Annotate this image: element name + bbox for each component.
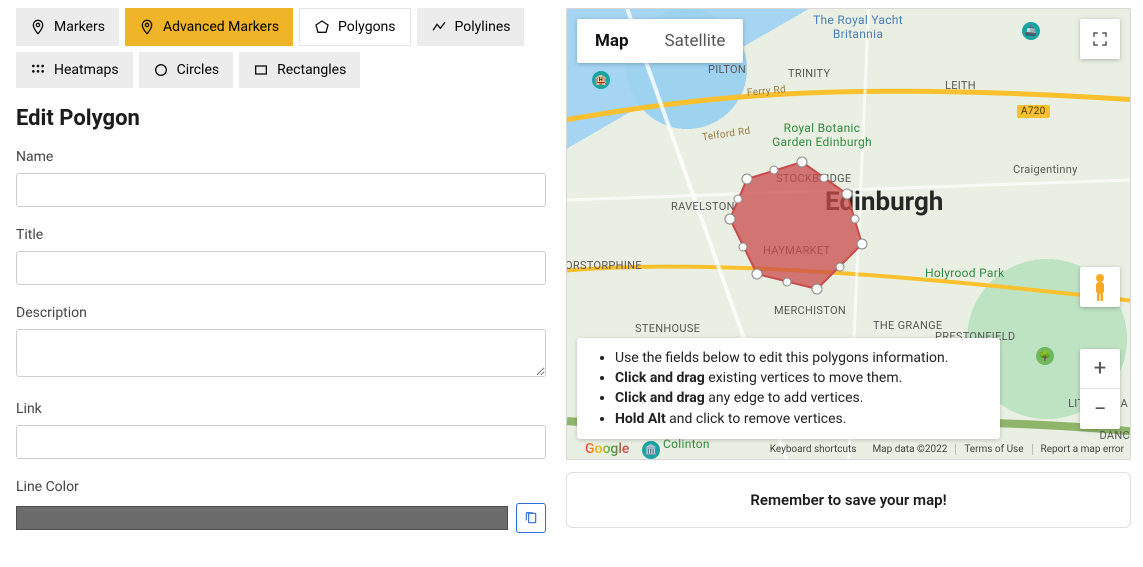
marker-pin-icon [30,19,46,35]
report-error-link[interactable]: Report a map error [1041,444,1124,455]
place-label: Royal Botanic Garden Edinburgh [772,121,872,149]
map-data-label: Map data ©2022 [872,444,956,455]
polyline-icon [431,19,447,35]
place-label: MERCHISTON [774,304,846,317]
fullscreen-button[interactable] [1080,19,1120,59]
name-label: Name [16,149,546,165]
road-badge: A720 [1017,105,1050,118]
marker-pin-icon [139,19,155,35]
circle-icon [153,62,169,78]
description-input[interactable] [16,329,546,377]
zoom-control: + − [1080,349,1120,429]
keyboard-shortcuts-link[interactable]: Keyboard shortcuts [770,444,865,455]
form-heading: Edit Polygon [16,106,546,131]
tab-label: Rectangles [277,62,346,78]
place-label: STENHOUSE [635,322,700,335]
tab-label: Polygons [338,19,395,35]
place-label: Holyrood Park [925,266,1025,280]
clipboard-button[interactable] [516,503,546,533]
title-label: Title [16,227,546,243]
poi-pin[interactable]: 🚢 [1022,22,1040,40]
tab-polylines[interactable]: Polylines [417,8,525,46]
tab-label: Heatmaps [54,62,119,78]
link-input[interactable] [16,425,546,459]
google-logo: Google [573,441,637,457]
shape-tabs: Markers Advanced Markers Polygons Polyli… [16,8,546,88]
map-type-control: Map Satellite [577,19,743,63]
tab-label: Polylines [455,19,511,35]
tab-heatmaps[interactable]: Heatmaps [16,52,133,88]
line-color-swatch[interactable] [16,506,508,530]
pegman-icon [1088,272,1112,302]
instruction-item: Click and drag existing vertices to move… [615,368,982,388]
map-type-map[interactable]: Map [577,19,647,63]
instruction-item: Use the fields below to edit this polygo… [615,348,982,368]
map-canvas[interactable]: 🏨 🚢 🌳 🏛️ Edinburgh STOCKBRIDGE RAVELSTON… [566,8,1131,460]
map-attribution: Google Keyboard shortcuts Map data ©2022… [573,441,1124,457]
place-label: THE GRANGE [873,319,942,332]
link-label: Link [16,401,546,417]
instructions-panel: Use the fields below to edit this polygo… [577,338,1000,439]
tab-circles[interactable]: Circles [139,52,234,88]
map-type-satellite[interactable]: Satellite [647,19,744,63]
zoom-out-button[interactable]: − [1080,389,1120,429]
place-label: Craigentinny [1013,163,1078,176]
tab-markers[interactable]: Markers [16,8,119,46]
tab-label: Markers [54,19,105,35]
heatmap-icon [30,62,46,78]
description-label: Description [16,305,546,321]
title-input[interactable] [16,251,546,285]
tab-advanced-markers[interactable]: Advanced Markers [125,8,293,46]
instruction-item: Hold Alt and click to remove vertices. [615,409,982,429]
tab-label: Advanced Markers [163,19,279,35]
pegman-control[interactable] [1080,267,1120,307]
place-label: PILTON [708,63,746,76]
fullscreen-icon [1091,30,1109,48]
tab-rectangles[interactable]: Rectangles [239,52,360,88]
poi-pin[interactable]: 🌳 [1036,347,1054,365]
line-color-label: Line Color [16,479,546,495]
place-label: ORSTORPHINE [566,259,642,272]
place-label: LEITH [945,79,976,92]
place-label: TRINITY [788,67,830,80]
tab-label: Circles [177,62,220,78]
save-reminder: Remember to save your map! [566,472,1131,528]
place-label: The Royal Yacht Britannia [798,13,918,41]
zoom-in-button[interactable]: + [1080,349,1120,389]
tab-polygons[interactable]: Polygons [299,8,410,46]
rectangle-icon [253,62,269,78]
poi-pin[interactable]: 🏨 [592,71,610,89]
editable-polygon[interactable] [722,154,882,304]
instruction-item: Click and drag any edge to add vertices. [615,388,982,408]
terms-link[interactable]: Terms of Use [964,444,1032,455]
name-input[interactable] [16,173,546,207]
clipboard-icon [524,511,538,525]
polygon-icon [314,19,330,35]
